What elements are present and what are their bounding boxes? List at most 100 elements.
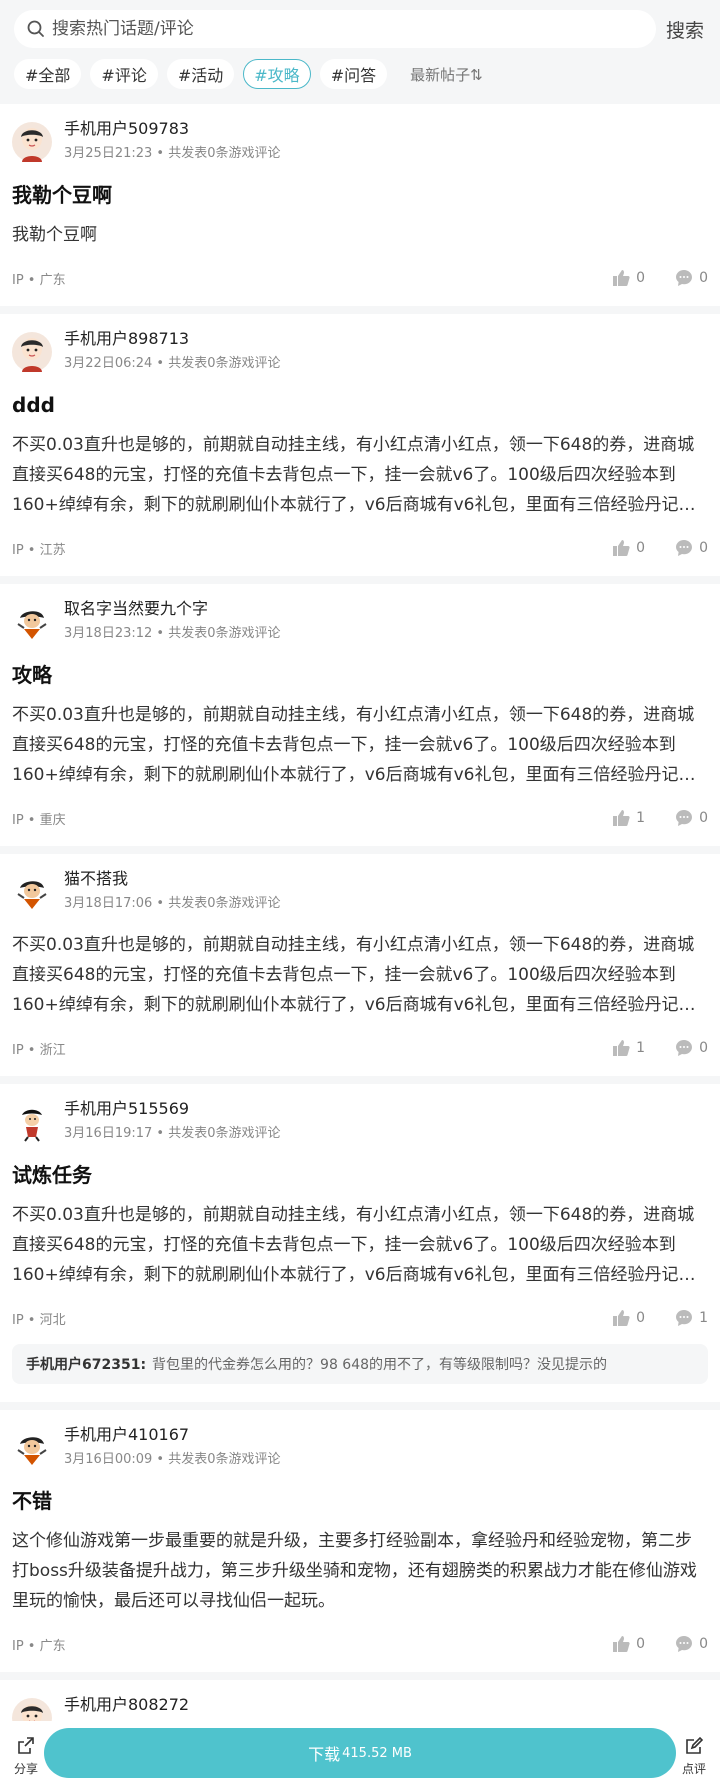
comment-button[interactable]: 0	[675, 809, 708, 827]
avatar[interactable]	[12, 872, 52, 912]
post-footer: IP • 江苏 0 0	[12, 528, 708, 568]
search-box[interactable]	[14, 10, 656, 48]
avatar[interactable]	[12, 332, 52, 372]
comment-button[interactable]: 0	[675, 1635, 708, 1653]
like-count: 0	[636, 270, 646, 286]
like-icon	[613, 1040, 630, 1056]
ip-location: IP • 江苏	[12, 542, 66, 558]
comment-icon	[676, 1636, 693, 1652]
ip-location: IP • 重庆	[12, 812, 66, 828]
tab-all[interactable]: #全部	[14, 59, 82, 89]
post-card[interactable]: 取名字当然要九个字 3月18日23:12 • 共发表0条游戏评论攻略不买0.03直…	[0, 584, 720, 846]
download-button[interactable]: 下载 415.52 MB	[44, 1728, 676, 1778]
reply-preview[interactable]: 手机用户672351: 背包里的代金券怎么用的？98 648的用不了，有等级限制吗…	[12, 1344, 708, 1384]
comment-button[interactable]: 0	[675, 539, 708, 557]
post-body[interactable]: 不买0.03直升也是够的，前期就自动挂主线，有小红点清小红点，领一下648的券，…	[12, 700, 708, 790]
like-icon	[613, 810, 630, 826]
ip-location: IP • 河北	[12, 1312, 66, 1328]
search-button[interactable]: 搜索	[666, 16, 704, 43]
edit-icon	[686, 1736, 704, 1754]
like-button[interactable]: 0	[612, 539, 645, 557]
download-size: 415.52 MB	[342, 1745, 412, 1761]
post-header: 手机用户509783 3月25日21:23 • 共发表0条游戏评论	[12, 118, 708, 170]
post-body[interactable]: 我勒个豆啊	[12, 220, 708, 250]
like-button[interactable]: 0	[612, 1309, 645, 1327]
post-title[interactable]: 不错	[12, 1486, 708, 1516]
share-label: 分享	[13, 1762, 38, 1776]
post-header: 猫不搭我 3月18日17:06 • 共发表0条游戏评论	[12, 868, 708, 920]
username[interactable]: 手机用户515569	[64, 1098, 280, 1120]
like-count: 1	[636, 1040, 646, 1056]
post-footer: IP • 广东 0 0	[12, 258, 708, 298]
post-meta: 3月18日17:06 • 共发表0条游戏评论	[64, 896, 281, 911]
like-count: 1	[636, 810, 646, 826]
like-button[interactable]: 1	[612, 1039, 645, 1057]
post-meta: 3月16日19:17 • 共发表0条游戏评论	[64, 1126, 281, 1141]
comment-count: 0	[699, 1636, 708, 1652]
top-bar: 搜索 #全部 #评论 #活动 #攻略 #问答 最新帖子⇅	[0, 0, 720, 104]
username[interactable]: 取名字当然要九个字	[64, 598, 280, 620]
post-card[interactable]: 猫不搭我 3月18日17:06 • 共发表0条游戏评论不买0.03直升也是够的，前…	[0, 854, 720, 1076]
post-body[interactable]: 不买0.03直升也是够的，前期就自动挂主线，有小红点清小红点，领一下648的券，…	[12, 930, 708, 1020]
comment-icon	[676, 270, 693, 286]
search-input[interactable]	[52, 19, 632, 39]
post-title[interactable]: 攻略	[12, 660, 708, 690]
download-label: 下载	[308, 1745, 341, 1764]
username[interactable]: 手机用户410167	[64, 1424, 280, 1446]
like-count: 0	[636, 1310, 646, 1326]
post-body[interactable]: 不买0.03直升也是够的，前期就自动挂主线，有小红点清小红点，领一下648的券，…	[12, 1200, 708, 1290]
share-button[interactable]: 分享	[6, 1735, 46, 1777]
like-count: 0	[636, 540, 646, 556]
like-count: 0	[636, 1636, 646, 1652]
username[interactable]: 猫不搭我	[64, 868, 280, 890]
post-body[interactable]: 这个修仙游戏第一步最重要的就是升级，主要多打经验副本，拿经验丹和经验宠物，第二步…	[12, 1526, 708, 1616]
tab-event[interactable]: #活动	[166, 59, 235, 89]
avatar[interactable]	[12, 602, 52, 642]
like-icon	[613, 1310, 630, 1326]
username[interactable]: 手机用户509783	[64, 118, 280, 140]
post-card[interactable]: 手机用户515569 3月16日19:17 • 共发表0条游戏评论试炼任务不买0.…	[0, 1084, 720, 1402]
comment-count: 0	[699, 540, 708, 556]
post-meta: 3月25日21:23 • 共发表0条游戏评论	[64, 146, 281, 161]
username[interactable]: 手机用户898713	[64, 328, 280, 350]
share-icon	[18, 1737, 34, 1754]
post-feed: 手机用户509783 3月25日21:23 • 共发表0条游戏评论 我勒个豆啊 我勒个…	[0, 104, 720, 1785]
post-header: 手机用户410167 3月16日00:09 • 共发表0条游戏评论	[12, 1424, 708, 1476]
post-card[interactable]: 手机用户509783 3月25日21:23 • 共发表0条游戏评论 我勒个豆啊 我勒个…	[0, 104, 720, 306]
post-body[interactable]: 不买0.03直升也是够的，前期就自动挂主线，有小红点清小红点，领一下648的券，…	[12, 430, 708, 520]
post-meta: 3月16日00:09 • 共发表0条游戏评论	[64, 1452, 281, 1467]
comment-icon	[676, 810, 693, 826]
reply-text: 背包里的代金券怎么用的？98 648的用不了，有等级限制吗？没见提示的	[152, 1357, 608, 1373]
comment-icon	[676, 540, 693, 556]
post-card[interactable]: 手机用户410167 3月16日00:09 • 共发表0条游戏评论不错这个修仙游戏…	[0, 1410, 720, 1672]
username[interactable]: 手机用户808272	[64, 1694, 280, 1716]
post-title[interactable]: 试炼任务	[12, 1160, 708, 1190]
tab-qa[interactable]: #问答	[319, 59, 388, 89]
avatar[interactable]	[12, 1428, 52, 1468]
comment-count: 0	[699, 1040, 708, 1056]
like-icon	[613, 270, 630, 286]
post-title[interactable]: 我勒个豆啊	[12, 180, 708, 210]
post-title[interactable]: ddd	[12, 390, 708, 420]
post-footer: IP • 河北 0 1	[12, 1298, 708, 1338]
comment-button[interactable]: 0	[675, 269, 708, 287]
like-button[interactable]: 0	[612, 269, 645, 287]
review-button[interactable]: 点评	[674, 1735, 714, 1777]
post-meta: 3月18日23:12 • 共发表0条游戏评论	[64, 626, 281, 641]
review-label: 点评	[681, 1762, 706, 1776]
comment-icon	[676, 1040, 693, 1056]
like-button[interactable]: 1	[612, 809, 645, 827]
like-button[interactable]: 0	[612, 1635, 645, 1653]
sort-dropdown[interactable]: 最新帖子⇅	[410, 64, 483, 85]
comment-button[interactable]: 1	[675, 1309, 708, 1327]
avatar[interactable]	[12, 122, 52, 162]
avatar[interactable]	[12, 1102, 52, 1142]
topic-tabs: #全部 #评论 #活动 #攻略 #问答 最新帖子⇅	[14, 58, 483, 90]
like-icon	[613, 540, 630, 556]
tab-guide[interactable]: #攻略	[243, 59, 311, 89]
comment-button[interactable]: 0	[675, 1039, 708, 1057]
tab-review[interactable]: #评论	[90, 59, 158, 89]
ip-location: IP • 浙江	[12, 1042, 66, 1058]
post-card[interactable]: 手机用户898713 3月22日06:24 • 共发表0条游戏评论 ddd 不买0.0…	[0, 314, 720, 576]
ip-location: IP • 广东	[12, 1638, 66, 1654]
